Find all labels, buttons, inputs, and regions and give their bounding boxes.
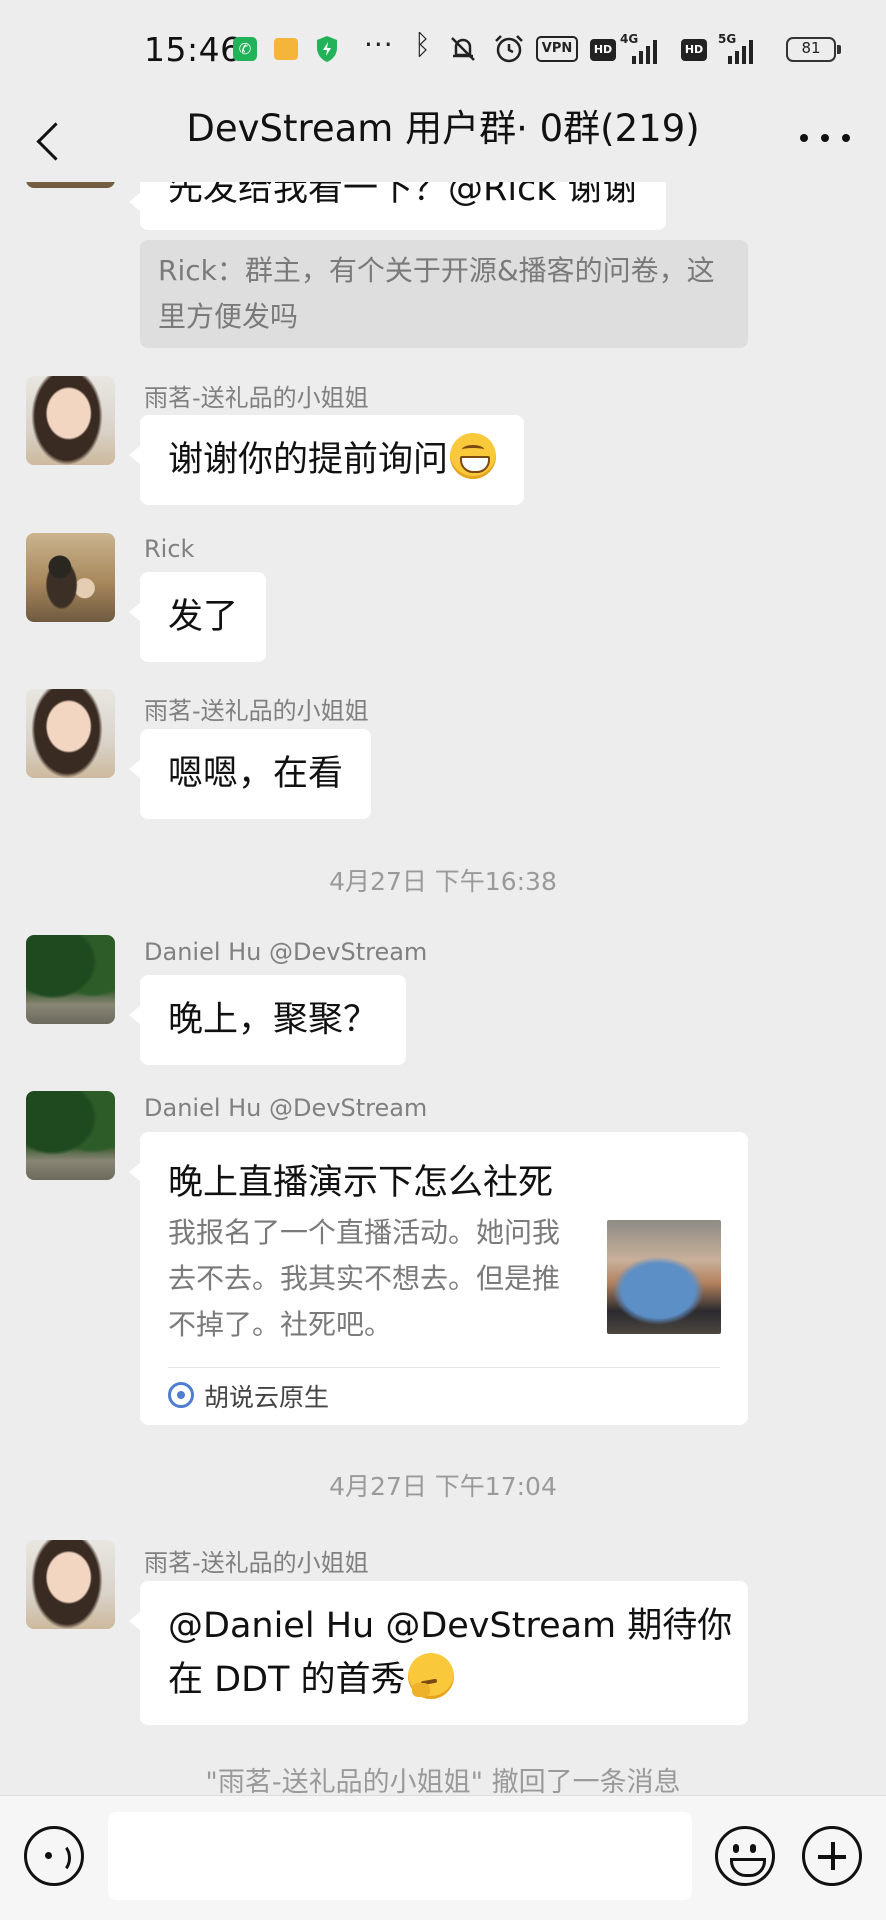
message-bubble[interactable]: 谢谢你的提前询问 — [128, 415, 525, 505]
sender-name: 雨茗-送礼品的小姐姐 — [144, 384, 369, 412]
message-bubble[interactable]: @Daniel Hu @DevStream 期待你 在 DDT 的首秀 — [129, 1581, 748, 1725]
message-text-line-1: @Daniel Hu @DevStream 期待你 — [168, 1606, 733, 1646]
plus-icon[interactable] — [802, 1826, 862, 1886]
message-text-line-2: 在 DDT 的首秀 — [168, 1660, 406, 1700]
status-time: 15:46 — [144, 30, 242, 69]
bluetooth-icon: ᛒ — [414, 28, 431, 61]
sender-name: Daniel Hu @DevStream — [144, 1094, 428, 1122]
message-bubble[interactable]: 嗯嗯，在看 — [128, 729, 372, 819]
status-bar: 15:46 ✆ ··· ᛒ VPN HD 4G HD 5G 81 — [0, 0, 886, 100]
avatar[interactable] — [26, 533, 115, 622]
recall-notice: "雨茗-送礼品的小姐姐" 撤回了一条消息 — [205, 1767, 681, 1795]
alarm-icon — [495, 35, 523, 63]
more-options-icon[interactable] — [796, 116, 854, 160]
voice-icon[interactable] — [24, 1826, 84, 1886]
hd-icon: HD — [590, 39, 616, 61]
signal-strength-icon — [728, 38, 753, 64]
sender-name: 雨茗-送礼品的小姐姐 — [144, 697, 369, 725]
sender-name: 雨茗-送礼品的小姐姐 — [144, 1549, 369, 1577]
avatar[interactable] — [26, 935, 115, 1024]
divider — [168, 1367, 720, 1368]
more-notifications-icon: ··· — [364, 28, 394, 61]
message-notification-icon — [274, 38, 298, 60]
link-card-description: 我报名了一个直播活动。她问我去不去。我其实不想去。但是推不掉了。社死吧。 — [168, 1216, 561, 1341]
avatar[interactable] — [26, 689, 115, 778]
signal-strength-icon — [632, 38, 657, 64]
message-list[interactable]: 先发给我看一下？@Rick 谢谢 Rick：群主，有个关于开源&播客的问卷，这里… — [0, 0, 886, 1795]
chat-title: DevStream 用户群· 0群(219) — [186, 107, 700, 150]
message-text: 发了 — [168, 597, 239, 637]
message-text: 嗯嗯，在看 — [168, 754, 344, 794]
sender-name: Rick — [144, 535, 195, 563]
thinking-face-emoji-icon — [407, 1653, 454, 1699]
mute-bell-icon — [451, 37, 475, 61]
hd-icon: HD — [681, 39, 707, 61]
message-input[interactable] — [108, 1812, 692, 1900]
message-text: 谢谢你的提前询问 — [168, 440, 449, 480]
message-text: 晚上，聚聚？ — [168, 1000, 379, 1040]
official-account-icon — [168, 1382, 194, 1408]
link-card[interactable]: 晚上直播演示下怎么社死 我报名了一个直播活动。她问我去不去。我其实不想去。但是推… — [129, 1132, 748, 1425]
sender-name: Daniel Hu @DevStream — [144, 938, 428, 966]
quoted-message[interactable]: Rick：群主，有个关于开源&播客的问卷，这里方便发吗 — [140, 240, 748, 348]
timestamp-separator: 4月27日 下午17:04 — [329, 1472, 557, 1501]
grinning-face-emoji-icon — [450, 433, 497, 479]
chat-header: DevStream 用户群· 0群(219) — [0, 100, 886, 182]
shield-icon — [317, 36, 337, 62]
link-card-thumbnail — [607, 1220, 721, 1334]
link-card-title: 晚上直播演示下怎么社死 — [168, 1163, 554, 1203]
avatar[interactable] — [26, 1091, 115, 1180]
timestamp-separator: 4月27日 下午16:38 — [329, 867, 557, 896]
avatar[interactable] — [26, 1540, 115, 1629]
message-bubble[interactable]: 晚上，聚聚？ — [128, 975, 407, 1065]
phone-notification-icon: ✆ — [233, 37, 257, 61]
vpn-icon: VPN — [536, 36, 578, 62]
battery-icon: 81 — [786, 37, 841, 62]
link-card-source: 胡说云原生 — [204, 1383, 330, 1412]
emoji-icon[interactable] — [715, 1826, 775, 1886]
message-bubble[interactable]: 发了 — [128, 572, 267, 662]
avatar[interactable] — [26, 376, 115, 465]
message-input-bar — [0, 1795, 886, 1920]
